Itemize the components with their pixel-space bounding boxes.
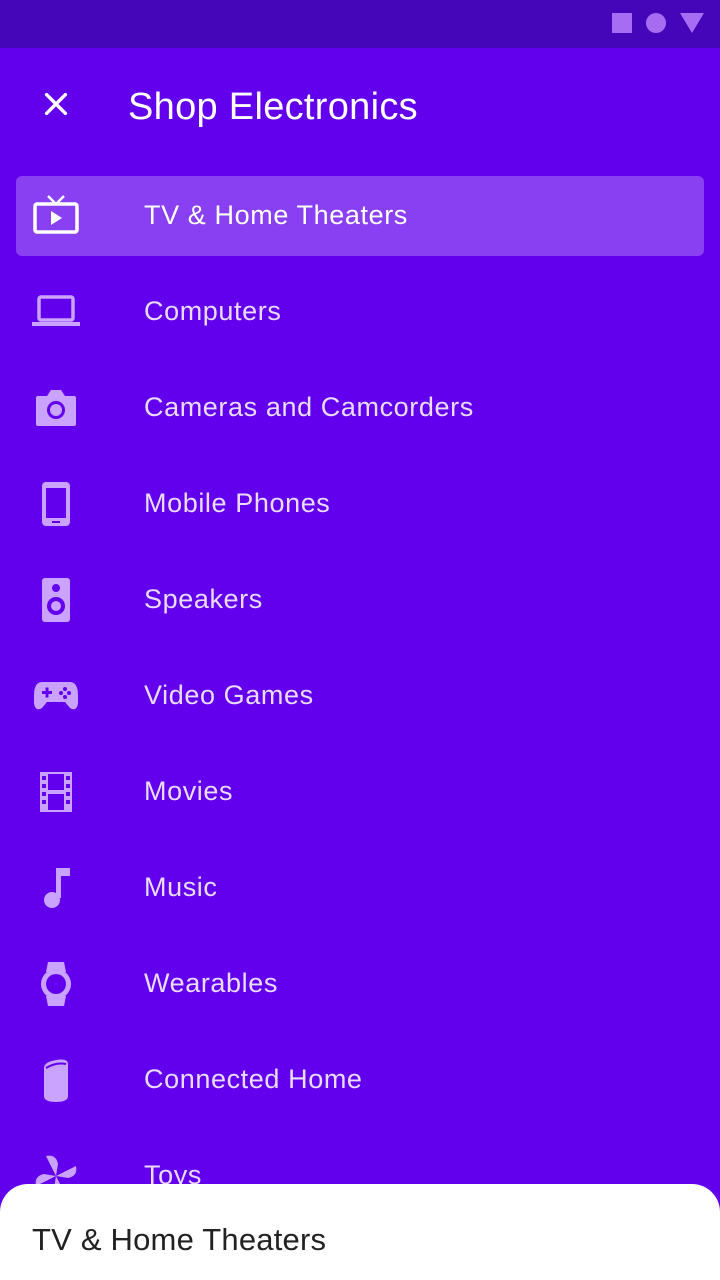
menu-item-label: TV & Home Theaters [144,200,408,230]
menu-item-label: Connected Home [144,1064,363,1094]
menu-item-label: Music [144,872,218,902]
bottom-sheet-title: TV & Home Theaters [32,1222,327,1257]
laptop-icon [32,288,80,336]
category-menu: TV & Home Theaters Computers Cameras and… [16,176,704,1232]
status-icons [612,13,704,33]
close-button[interactable] [28,76,84,132]
menu-item-label: Computers [144,296,282,326]
status-bar [0,0,720,48]
page-title: Shop Electronics [128,86,418,128]
menu-item-label: Wearables [144,968,278,998]
menu-item-label: Movies [144,776,234,806]
phone-icon [32,480,80,528]
square-icon [612,13,632,33]
menu-item-label: Video Games [144,680,314,710]
speaker-icon [32,576,80,624]
menu-item-speakers[interactable]: Speakers [16,560,704,640]
drawer-header: Shop Electronics [0,48,720,168]
menu-item-connected-home[interactable]: Connected Home [16,1040,704,1120]
menu-item-video-games[interactable]: Video Games [16,656,704,736]
menu-item-label: Mobile Phones [144,488,331,518]
menu-item-cameras[interactable]: Cameras and Camcorders [16,368,704,448]
menu-item-music[interactable]: Music [16,848,704,928]
menu-item-mobile-phones[interactable]: Mobile Phones [16,464,704,544]
gamepad-icon [32,672,80,720]
camera-icon [32,384,80,432]
menu-item-movies[interactable]: Movies [16,752,704,832]
circle-icon [646,13,666,33]
film-icon [32,768,80,816]
menu-item-label: Cameras and Camcorders [144,392,474,422]
close-icon [44,92,68,116]
watch-icon [32,960,80,1008]
bottom-sheet[interactable]: TV & Home Theaters [0,1184,720,1280]
tv-icon [32,192,80,240]
smart-speaker-icon [32,1056,80,1104]
music-note-icon [32,864,80,912]
menu-item-computers[interactable]: Computers [16,272,704,352]
menu-item-label: Speakers [144,584,263,614]
menu-item-wearables[interactable]: Wearables [16,944,704,1024]
triangle-icon [680,13,704,33]
menu-item-tv-home-theaters[interactable]: TV & Home Theaters [16,176,704,256]
